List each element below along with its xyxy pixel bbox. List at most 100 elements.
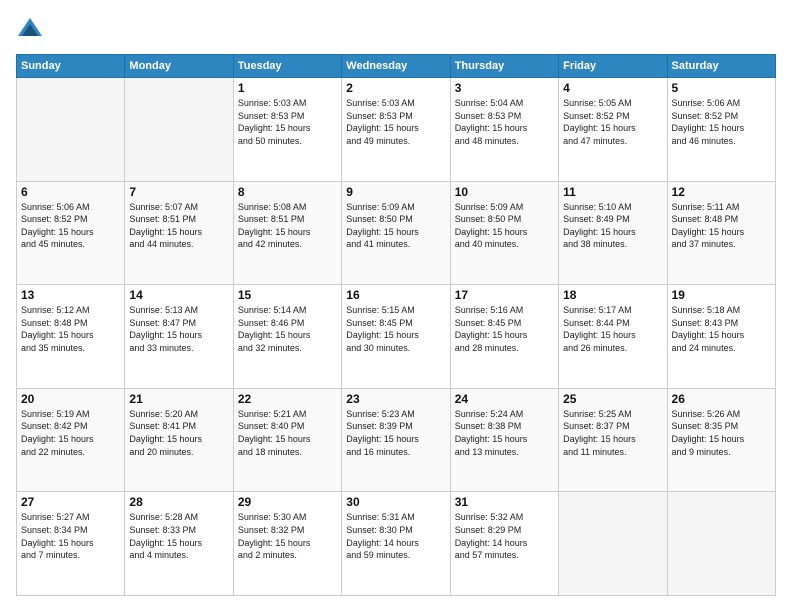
day-number: 7 <box>129 185 228 199</box>
calendar-cell: 5Sunrise: 5:06 AM Sunset: 8:52 PM Daylig… <box>667 78 775 182</box>
day-number: 10 <box>455 185 554 199</box>
day-number: 20 <box>21 392 120 406</box>
day-info: Sunrise: 5:19 AM Sunset: 8:42 PM Dayligh… <box>21 408 120 458</box>
day-info: Sunrise: 5:13 AM Sunset: 8:47 PM Dayligh… <box>129 304 228 354</box>
day-info: Sunrise: 5:03 AM Sunset: 8:53 PM Dayligh… <box>238 97 337 147</box>
calendar-cell: 8 Sunrise: 5:08 AM Sunset: 8:51 PM Daylig… <box>233 181 341 285</box>
calendar-table: SundayMondayTuesdayWednesdayThursdayFrid… <box>16 54 776 596</box>
header <box>16 16 776 44</box>
day-info: Sunrise: 5:05 AM Sunset: 8:52 PM Dayligh… <box>563 97 662 147</box>
calendar-cell <box>17 78 125 182</box>
calendar-cell: 2 Sunrise: 5:03 AM Sunset: 8:53 PM Daylig… <box>342 78 450 182</box>
day-info: Sunrise: 5:32 AM Sunset: 8:29 PM Dayligh… <box>455 511 554 561</box>
day-number: 4 <box>563 81 662 95</box>
day-info: Sunrise: 5:03 AM Sunset: 8:53 PM Dayligh… <box>346 97 445 147</box>
calendar-week-row: 13 Sunrise: 5:12 AM Sunset: 8:48 PM Dayli… <box>17 285 776 389</box>
day-number: 24 <box>455 392 554 406</box>
day-number: 1 <box>238 81 337 95</box>
calendar-cell: 21 Sunrise: 5:20 AM Sunset: 8:41 PM Dayli… <box>125 388 233 492</box>
day-info: Sunrise: 5:18 AM Sunset: 8:43 PM Dayligh… <box>672 304 771 354</box>
page: SundayMondayTuesdayWednesdayThursdayFrid… <box>0 0 792 612</box>
day-info: Sunrise: 5:08 AM Sunset: 8:51 PM Dayligh… <box>238 201 337 251</box>
day-number: 30 <box>346 495 445 509</box>
day-info: Sunrise: 5:11 AM Sunset: 8:48 PM Dayligh… <box>672 201 771 251</box>
day-info: Sunrise: 5:20 AM Sunset: 8:41 PM Dayligh… <box>129 408 228 458</box>
day-info: Sunrise: 5:23 AM Sunset: 8:39 PM Dayligh… <box>346 408 445 458</box>
day-number: 11 <box>563 185 662 199</box>
calendar-cell: 3 Sunrise: 5:04 AM Sunset: 8:53 PM Daylig… <box>450 78 558 182</box>
day-info: Sunrise: 5:31 AM Sunset: 8:30 PM Dayligh… <box>346 511 445 561</box>
calendar-cell <box>125 78 233 182</box>
calendar-cell <box>559 492 667 596</box>
day-info: Sunrise: 5:09 AM Sunset: 8:50 PM Dayligh… <box>455 201 554 251</box>
day-info: Sunrise: 5:24 AM Sunset: 8:38 PM Dayligh… <box>455 408 554 458</box>
day-number: 3 <box>455 81 554 95</box>
calendar-cell: 31 Sunrise: 5:32 AM Sunset: 8:29 PM Dayli… <box>450 492 558 596</box>
day-number: 28 <box>129 495 228 509</box>
weekday-header: Thursday <box>450 55 558 78</box>
day-number: 23 <box>346 392 445 406</box>
calendar-week-row: 27 Sunrise: 5:27 AM Sunset: 8:34 PM Dayli… <box>17 492 776 596</box>
day-info: Sunrise: 5:21 AM Sunset: 8:40 PM Dayligh… <box>238 408 337 458</box>
day-info: Sunrise: 5:30 AM Sunset: 8:32 PM Dayligh… <box>238 511 337 561</box>
calendar-cell: 16 Sunrise: 5:15 AM Sunset: 8:45 PM Dayli… <box>342 285 450 389</box>
day-number: 13 <box>21 288 120 302</box>
calendar-week-row: 6 Sunrise: 5:06 AM Sunset: 8:52 PM Daylig… <box>17 181 776 285</box>
calendar-cell: 1 Sunrise: 5:03 AM Sunset: 8:53 PM Daylig… <box>233 78 341 182</box>
logo <box>16 16 48 44</box>
calendar-cell: 6 Sunrise: 5:06 AM Sunset: 8:52 PM Daylig… <box>17 181 125 285</box>
day-info: Sunrise: 5:16 AM Sunset: 8:45 PM Dayligh… <box>455 304 554 354</box>
calendar-cell: 13 Sunrise: 5:12 AM Sunset: 8:48 PM Dayli… <box>17 285 125 389</box>
day-number: 8 <box>238 185 337 199</box>
weekday-header: Sunday <box>17 55 125 78</box>
day-number: 18 <box>563 288 662 302</box>
day-number: 16 <box>346 288 445 302</box>
day-info: Sunrise: 5:10 AM Sunset: 8:49 PM Dayligh… <box>563 201 662 251</box>
calendar-cell: 11 Sunrise: 5:10 AM Sunset: 8:49 PM Dayli… <box>559 181 667 285</box>
calendar-cell: 14 Sunrise: 5:13 AM Sunset: 8:47 PM Dayli… <box>125 285 233 389</box>
weekday-header: Saturday <box>667 55 775 78</box>
weekday-header: Tuesday <box>233 55 341 78</box>
day-number: 6 <box>21 185 120 199</box>
day-info: Sunrise: 5:27 AM Sunset: 8:34 PM Dayligh… <box>21 511 120 561</box>
calendar-cell: 7 Sunrise: 5:07 AM Sunset: 8:51 PM Daylig… <box>125 181 233 285</box>
day-number: 25 <box>563 392 662 406</box>
day-number: 31 <box>455 495 554 509</box>
calendar-header-row: SundayMondayTuesdayWednesdayThursdayFrid… <box>17 55 776 78</box>
weekday-header: Monday <box>125 55 233 78</box>
calendar-cell: 20 Sunrise: 5:19 AM Sunset: 8:42 PM Dayli… <box>17 388 125 492</box>
day-info: Sunrise: 5:07 AM Sunset: 8:51 PM Dayligh… <box>129 201 228 251</box>
day-number: 22 <box>238 392 337 406</box>
day-number: 15 <box>238 288 337 302</box>
day-number: 27 <box>21 495 120 509</box>
logo-icon <box>16 16 44 44</box>
day-info: Sunrise: 5:15 AM Sunset: 8:45 PM Dayligh… <box>346 304 445 354</box>
day-info: Sunrise: 5:12 AM Sunset: 8:48 PM Dayligh… <box>21 304 120 354</box>
day-info: Sunrise: 5:04 AM Sunset: 8:53 PM Dayligh… <box>455 97 554 147</box>
day-info: Sunrise: 5:17 AM Sunset: 8:44 PM Dayligh… <box>563 304 662 354</box>
calendar-cell: 15Sunrise: 5:14 AM Sunset: 8:46 PM Dayli… <box>233 285 341 389</box>
calendar-cell: 26Sunrise: 5:26 AM Sunset: 8:35 PM Dayli… <box>667 388 775 492</box>
calendar-week-row: 1 Sunrise: 5:03 AM Sunset: 8:53 PM Daylig… <box>17 78 776 182</box>
calendar-cell: 17 Sunrise: 5:16 AM Sunset: 8:45 PM Dayli… <box>450 285 558 389</box>
calendar-cell: 19Sunrise: 5:18 AM Sunset: 8:43 PM Dayli… <box>667 285 775 389</box>
day-number: 17 <box>455 288 554 302</box>
day-number: 9 <box>346 185 445 199</box>
calendar-cell: 24 Sunrise: 5:24 AM Sunset: 8:38 PM Dayli… <box>450 388 558 492</box>
calendar-cell <box>667 492 775 596</box>
weekday-header: Friday <box>559 55 667 78</box>
calendar-cell: 9Sunrise: 5:09 AM Sunset: 8:50 PM Daylig… <box>342 181 450 285</box>
day-info: Sunrise: 5:28 AM Sunset: 8:33 PM Dayligh… <box>129 511 228 561</box>
calendar-cell: 18 Sunrise: 5:17 AM Sunset: 8:44 PM Dayli… <box>559 285 667 389</box>
calendar-cell: 4 Sunrise: 5:05 AM Sunset: 8:52 PM Daylig… <box>559 78 667 182</box>
day-number: 12 <box>672 185 771 199</box>
day-info: Sunrise: 5:06 AM Sunset: 8:52 PM Dayligh… <box>21 201 120 251</box>
day-number: 5 <box>672 81 771 95</box>
day-info: Sunrise: 5:26 AM Sunset: 8:35 PM Dayligh… <box>672 408 771 458</box>
day-number: 2 <box>346 81 445 95</box>
calendar-cell: 23 Sunrise: 5:23 AM Sunset: 8:39 PM Dayli… <box>342 388 450 492</box>
day-number: 14 <box>129 288 228 302</box>
calendar-cell: 12 Sunrise: 5:11 AM Sunset: 8:48 PM Dayli… <box>667 181 775 285</box>
calendar-cell: 25Sunrise: 5:25 AM Sunset: 8:37 PM Dayli… <box>559 388 667 492</box>
day-number: 21 <box>129 392 228 406</box>
